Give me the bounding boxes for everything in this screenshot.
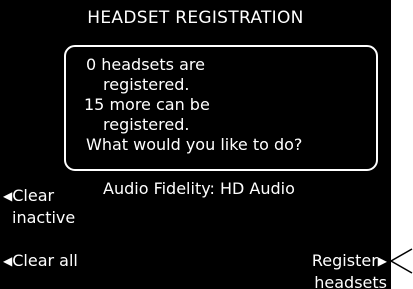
audio-fidelity-label: Audio Fidelity: HD Audio — [103, 179, 295, 198]
message-line-registered-count: 0 headsets are — [86, 55, 205, 74]
page-title: HEADSET REGISTRATION — [87, 8, 304, 28]
clear-inactive-label-line2: inactive — [12, 208, 76, 227]
display-screen: HEADSET REGISTRATION 0 headsets are regi… — [0, 0, 391, 289]
register-label-line1: Register — [311, 251, 378, 270]
message-box: 0 headsets are registered. 15 more can b… — [64, 45, 378, 171]
right-triangle-icon: ▶ — [377, 254, 387, 268]
message-line-remaining-count: 15 more can be — [84, 95, 210, 114]
clear-inactive-label-line1: Clear — [12, 186, 55, 205]
clear-inactive-softkey[interactable]: ◀Clear inactive — [3, 185, 75, 228]
left-triangle-icon: ◀ — [3, 189, 13, 203]
register-label-line2: headsets — [314, 273, 387, 289]
callout-pointer-icon — [389, 248, 413, 274]
message-line-registered: registered. — [103, 75, 190, 94]
message-line-prompt: What would you like to do? — [86, 135, 303, 154]
clear-all-label: Clear all — [12, 251, 78, 270]
clear-all-softkey[interactable]: ◀Clear all — [3, 250, 78, 272]
message-line-registered-2: registered. — [103, 115, 190, 134]
register-headsets-softkey[interactable]: Register▶ headsets — [312, 250, 387, 289]
left-triangle-icon: ◀ — [3, 254, 13, 268]
